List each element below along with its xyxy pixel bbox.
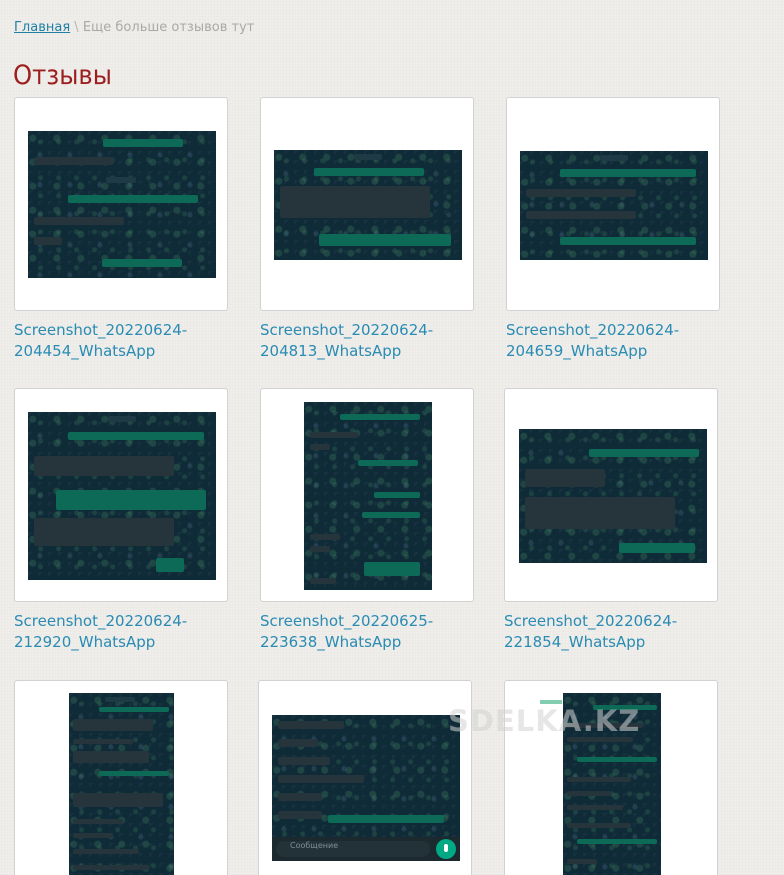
message-input-bar: Сообщение bbox=[272, 837, 460, 861]
gallery-caption-2-line2[interactable]: 204813_WhatsApp bbox=[260, 341, 433, 362]
breadcrumb-home-link[interactable]: Главная bbox=[14, 20, 70, 35]
gallery-thumbnail-3[interactable] bbox=[520, 151, 708, 260]
page-title: Отзывы bbox=[13, 60, 112, 91]
gallery-caption-2-line1[interactable]: Screenshot_20220624- bbox=[260, 320, 433, 341]
gallery-caption-4-line2[interactable]: 212920_WhatsApp bbox=[14, 632, 187, 653]
gallery-caption-6[interactable]: Screenshot_20220624- 221854_WhatsApp bbox=[504, 611, 677, 653]
gallery-card-2[interactable] bbox=[260, 97, 474, 311]
gallery-card-8[interactable]: Сообщение bbox=[258, 680, 472, 875]
gallery-card-5[interactable] bbox=[260, 388, 474, 602]
gallery-thumbnail-1[interactable] bbox=[28, 131, 216, 278]
watermark: SDELKA.KZ bbox=[448, 704, 641, 738]
gallery-thumbnail-8[interactable]: Сообщение bbox=[272, 715, 460, 861]
gallery-card-1[interactable] bbox=[14, 97, 228, 311]
breadcrumb-separator: \ bbox=[74, 20, 79, 35]
gallery-caption-5-line2[interactable]: 223638_WhatsApp bbox=[260, 632, 433, 653]
gallery-caption-6-line1[interactable]: Screenshot_20220624- bbox=[504, 611, 677, 632]
gallery-caption-2[interactable]: Screenshot_20220624- 204813_WhatsApp bbox=[260, 320, 433, 362]
gallery-caption-4-line1[interactable]: Screenshot_20220624- bbox=[14, 611, 187, 632]
breadcrumb-current: Еще больше отзывов тут bbox=[82, 20, 255, 35]
gallery-card-4[interactable] bbox=[14, 388, 228, 602]
gallery-caption-5[interactable]: Screenshot_20220625- 223638_WhatsApp bbox=[260, 611, 433, 653]
gallery-caption-5-line1[interactable]: Screenshot_20220625- bbox=[260, 611, 433, 632]
gallery-caption-1-line2[interactable]: 204454_WhatsApp bbox=[14, 341, 187, 362]
gallery-caption-6-line2[interactable]: 221854_WhatsApp bbox=[504, 632, 677, 653]
gallery-thumbnail-5[interactable] bbox=[304, 402, 432, 590]
gallery-card-7[interactable] bbox=[14, 680, 228, 875]
microphone-icon bbox=[436, 839, 456, 859]
message-input-placeholder: Сообщение bbox=[290, 841, 339, 850]
gallery-thumbnail-2[interactable] bbox=[274, 150, 462, 260]
gallery-caption-1[interactable]: Screenshot_20220624- 204454_WhatsApp bbox=[14, 320, 187, 362]
gallery-card-3[interactable] bbox=[506, 97, 720, 311]
gallery-caption-3-line2[interactable]: 204659_WhatsApp bbox=[506, 341, 679, 362]
gallery-caption-3[interactable]: Screenshot_20220624- 204659_WhatsApp bbox=[506, 320, 679, 362]
gallery-thumbnail-6[interactable] bbox=[519, 429, 707, 563]
gallery-card-6[interactable] bbox=[504, 388, 718, 602]
gallery-caption-3-line1[interactable]: Screenshot_20220624- bbox=[506, 320, 679, 341]
breadcrumb: Главная \ Еще больше отзывов тут bbox=[14, 19, 254, 37]
page: Главная \ Еще больше отзывов тут Отзывы … bbox=[0, 0, 784, 875]
gallery-caption-1-line1[interactable]: Screenshot_20220624- bbox=[14, 320, 187, 341]
gallery-thumbnail-4[interactable] bbox=[28, 412, 216, 580]
gallery-thumbnail-7[interactable] bbox=[69, 693, 174, 875]
gallery-caption-4[interactable]: Screenshot_20220624- 212920_WhatsApp bbox=[14, 611, 187, 653]
